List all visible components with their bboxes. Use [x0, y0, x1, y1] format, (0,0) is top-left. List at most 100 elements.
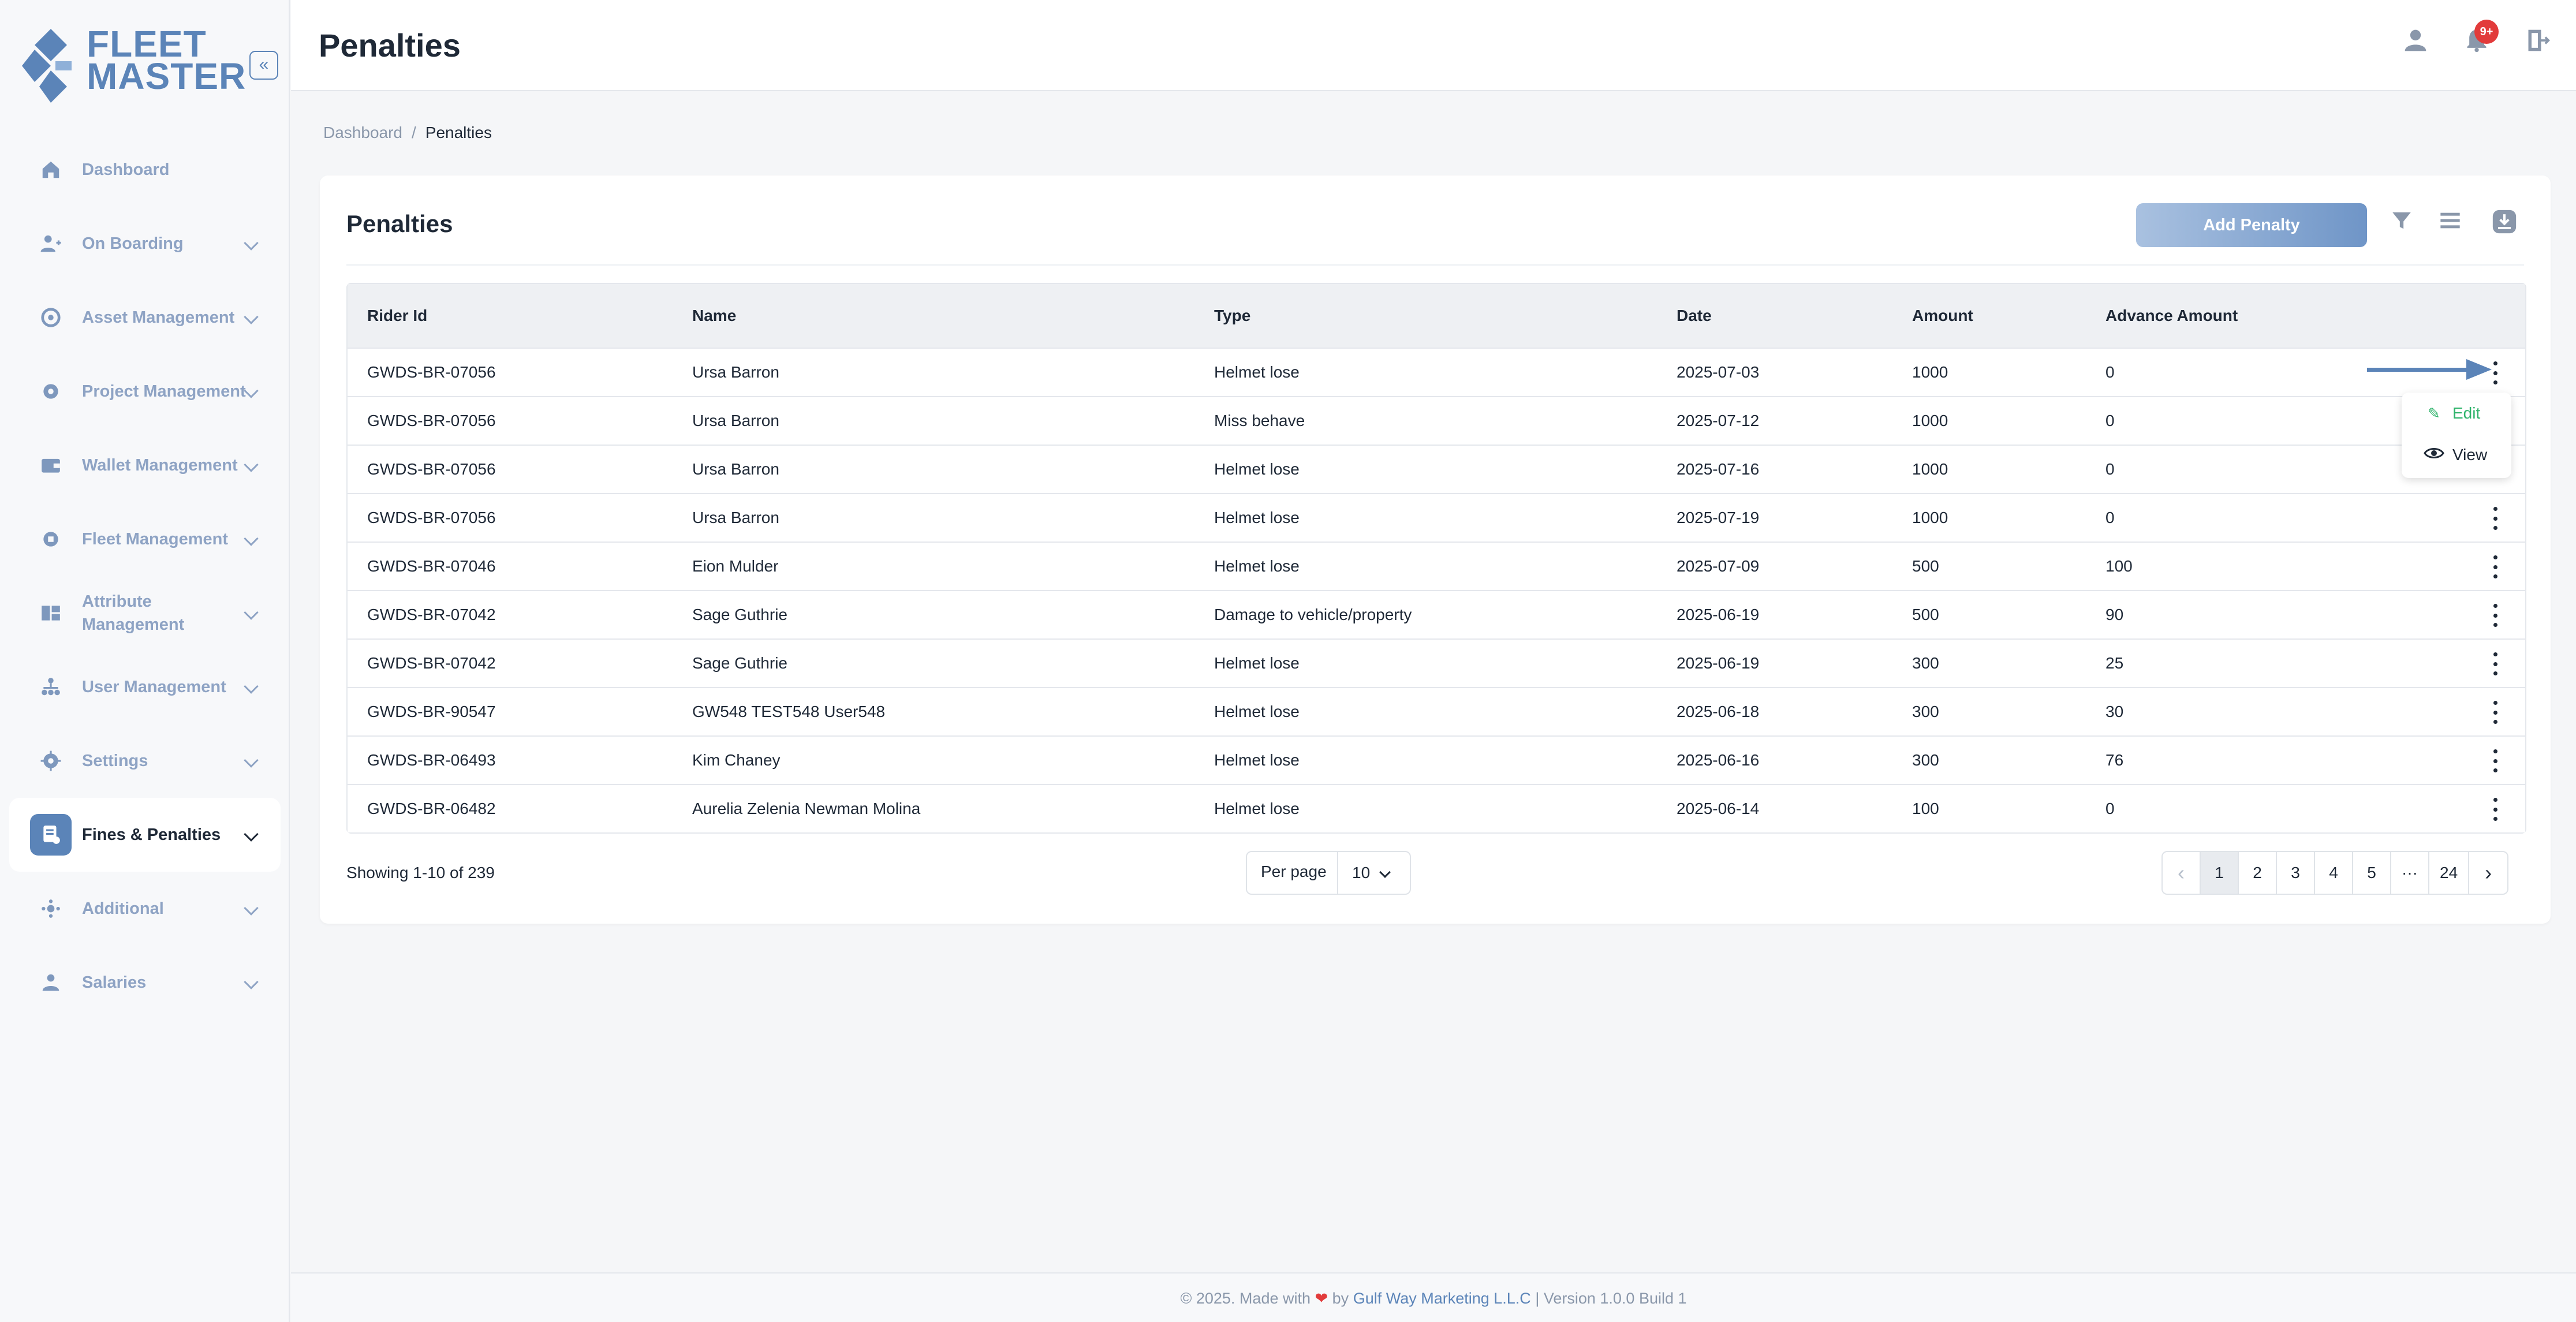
chevron-down-icon — [244, 901, 259, 916]
pagination-next-button[interactable]: › — [2469, 852, 2507, 894]
column-header-date[interactable]: Date — [1677, 307, 1712, 325]
download-icon[interactable] — [2489, 209, 2519, 241]
sidebar-item-label: Fines & Penalties — [82, 826, 221, 844]
chevron-down-icon — [244, 679, 259, 694]
footer-by: by — [1332, 1290, 1349, 1307]
table-row[interactable]: GWDS-BR-07046 Eion Mulder Helmet lose 20… — [348, 542, 2525, 590]
cell-date: 2025-06-16 — [1677, 751, 1760, 769]
attribute-icon — [30, 592, 72, 634]
sidebar-item-wallet-management[interactable]: Wallet Management — [9, 428, 281, 502]
page-button[interactable]: 24 — [2429, 852, 2470, 894]
page-button[interactable]: 2 — [2239, 852, 2277, 894]
cell-advance-amount: 0 — [2105, 412, 2115, 430]
collapse-sidebar-button[interactable]: « — [249, 51, 278, 80]
user-profile-icon[interactable] — [2400, 27, 2431, 59]
page-button[interactable]: 4 — [2315, 852, 2353, 894]
pagination-prev-button[interactable]: ‹ — [2163, 852, 2201, 894]
breadcrumb-dashboard-link[interactable]: Dashboard — [323, 124, 402, 141]
per-page-value: 10 — [1352, 864, 1371, 882]
card-divider — [346, 264, 2524, 266]
sidebar-item-salaries[interactable]: Salaries — [9, 946, 281, 1019]
table-row[interactable]: GWDS-BR-07042 Sage Guthrie Helmet lose 2… — [348, 638, 2525, 687]
cell-type: Helmet lose — [1214, 363, 1300, 381]
cell-advance-amount: 0 — [2105, 363, 2115, 381]
menu-item-view[interactable]: View — [2424, 446, 2487, 464]
notification-bell-icon[interactable]: 9+ — [2462, 20, 2499, 59]
chevron-right-icon: › — [2485, 861, 2492, 884]
column-header-amount[interactable]: Amount — [1912, 307, 1973, 325]
sidebar-item-on-boarding[interactable]: On Boarding — [9, 207, 281, 281]
chevron-down-icon — [1379, 867, 1391, 878]
page-button[interactable]: 3 — [2277, 852, 2315, 894]
sidebar-item-user-management[interactable]: User Management — [9, 650, 281, 724]
columns-list-icon[interactable] — [2435, 209, 2465, 241]
home-icon — [30, 149, 72, 191]
column-header-name[interactable]: Name — [692, 307, 736, 325]
fleet-master-logo[interactable]: FLEET MASTER — [22, 24, 245, 105]
column-header-type[interactable]: Type — [1214, 307, 1250, 325]
row-actions-kebab-icon[interactable] — [2489, 701, 2501, 724]
table-row[interactable]: GWDS-BR-07056 Ursa Barron Helmet lose 20… — [348, 493, 2525, 542]
cell-date: 2025-07-16 — [1677, 460, 1760, 478]
sidebar-item-project-management[interactable]: Project Management — [9, 354, 281, 428]
pointer-arrow-icon — [2367, 359, 2492, 380]
row-actions-kebab-icon[interactable] — [2489, 652, 2501, 675]
add-penalty-button[interactable]: Add Penalty — [2136, 203, 2367, 247]
showing-count: Showing 1-10 of 239 — [346, 864, 495, 882]
table-row[interactable]: GWDS-BR-06482 Aurelia Zelenia Newman Mol… — [348, 784, 2525, 832]
sidebar-item-settings[interactable]: Settings — [9, 724, 281, 798]
row-actions-kebab-icon[interactable] — [2489, 604, 2501, 627]
cell-name: Aurelia Zelenia Newman Molina — [692, 800, 921, 817]
table-row[interactable]: GWDS-BR-07042 Sage Guthrie Damage to veh… — [348, 590, 2525, 638]
cell-advance-amount: 90 — [2105, 606, 2124, 623]
cell-amount: 500 — [1912, 606, 1939, 623]
row-actions-kebab-icon[interactable] — [2489, 798, 2501, 821]
table-row[interactable]: GWDS-BR-07056 Ursa Barron Helmet lose 20… — [348, 445, 2525, 493]
cell-date: 2025-06-14 — [1677, 800, 1760, 817]
chevron-down-icon — [244, 236, 259, 251]
table-row[interactable]: GWDS-BR-07056 Ursa Barron Helmet lose 20… — [348, 348, 2525, 396]
cell-rider-id: GWDS-BR-06482 — [367, 800, 496, 817]
cell-amount: 1000 — [1912, 412, 1948, 430]
breadcrumb-separator: / — [411, 124, 416, 141]
logo-text-line2: MASTER — [87, 55, 247, 97]
per-page-select[interactable]: Per page 10 — [1246, 851, 1411, 895]
cell-type: Helmet lose — [1214, 751, 1300, 769]
row-actions-kebab-icon[interactable] — [2489, 555, 2501, 578]
footer-company-link[interactable]: Gulf Way Marketing L.L.C — [1353, 1290, 1531, 1307]
page-button[interactable]: 5 — [2353, 852, 2391, 894]
top-header: Penalties 9+ — [291, 0, 2576, 91]
row-actions-menu: ✎ Edit View — [2402, 393, 2511, 478]
column-header-advance-amount[interactable]: Advance Amount — [2105, 307, 2238, 325]
sidebar-item-additional[interactable]: Additional — [9, 872, 281, 946]
sidebar-item-label: Asset Management — [82, 308, 235, 327]
sidebar-item-label: Fleet Management — [82, 530, 228, 548]
wallet-icon — [30, 445, 72, 486]
row-actions-kebab-icon[interactable] — [2489, 749, 2501, 772]
menu-item-edit[interactable]: ✎ Edit — [2424, 404, 2480, 423]
cell-date: 2025-07-09 — [1677, 557, 1760, 575]
salaries-icon — [30, 962, 72, 1003]
cell-name: Ursa Barron — [692, 363, 779, 381]
sidebar-item-asset-management[interactable]: Asset Management — [9, 281, 281, 354]
sidebar-item-dashboard[interactable]: Dashboard — [9, 133, 281, 207]
cell-advance-amount: 0 — [2105, 460, 2115, 478]
cell-amount: 100 — [1912, 800, 1939, 817]
sidebar-item-fleet-management[interactable]: Fleet Management — [9, 502, 281, 576]
cell-name: Eion Mulder — [692, 557, 779, 575]
cell-amount: 500 — [1912, 557, 1939, 575]
sidebar-item-fines-penalties[interactable]: Fines & Penalties — [9, 798, 281, 872]
filter-icon[interactable] — [2387, 209, 2417, 241]
footer-prefix: © 2025. Made with — [1180, 1290, 1311, 1307]
fleet-icon — [30, 518, 72, 560]
table-row[interactable]: GWDS-BR-07056 Ursa Barron Miss behave 20… — [348, 396, 2525, 445]
cell-name: Kim Chaney — [692, 751, 781, 769]
row-actions-kebab-icon[interactable] — [2489, 507, 2501, 530]
column-header-rider-id[interactable]: Rider Id — [367, 307, 427, 325]
sidebar-item-attribute-management[interactable]: Attribute Management — [9, 576, 281, 650]
page-button[interactable]: 1 — [2201, 852, 2239, 894]
eye-icon — [2424, 446, 2444, 464]
table-row[interactable]: GWDS-BR-06493 Kim Chaney Helmet lose 202… — [348, 735, 2525, 784]
table-row[interactable]: GWDS-BR-90547 GW548 TEST548 User548 Helm… — [348, 687, 2525, 735]
logout-icon[interactable] — [2523, 27, 2553, 59]
